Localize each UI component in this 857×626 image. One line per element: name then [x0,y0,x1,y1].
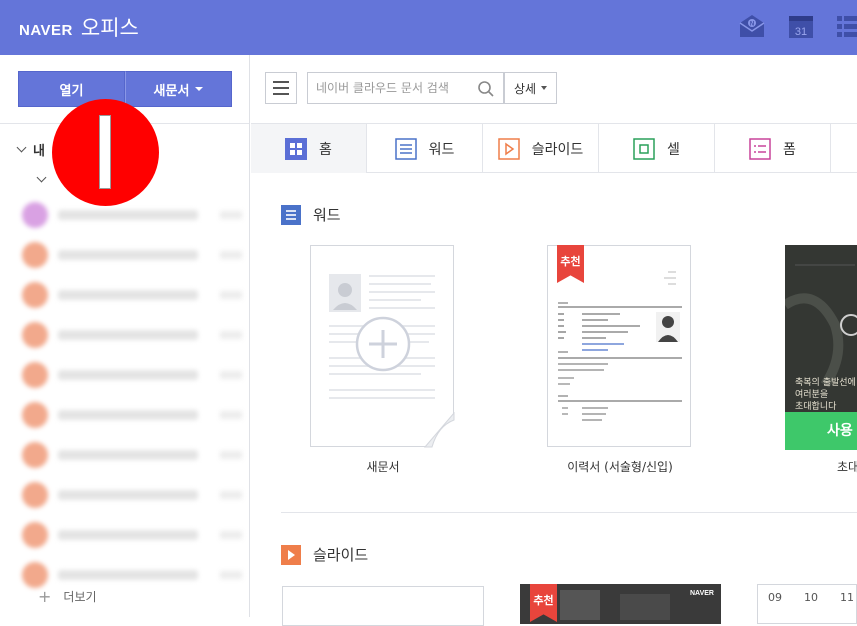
naver-brand-mark: NAVER [690,590,714,597]
calendar-slide-card[interactable]: 09 10 11 [757,584,857,624]
slide-play-icon [281,544,301,565]
list-item[interactable] [22,475,242,515]
svg-text:N: N [750,22,754,28]
search-icon[interactable] [477,80,495,102]
caret-down-icon [195,87,204,91]
new-document-button[interactable]: 새문서 [125,71,232,107]
more-link[interactable]: + 더보기 [38,587,97,606]
detail-label: 상세 [513,81,537,96]
calendar-number: 10 [804,591,818,604]
detail-search-button[interactable]: 상세 [504,72,557,104]
word-doc-icon [281,204,301,225]
resume-template-card[interactable]: 추천 이력서 (서술형/신입) [547,245,693,474]
list-item[interactable] [22,275,242,315]
plus-icon: + [38,587,52,606]
calendar-number: 09 [768,591,782,604]
file-icon [22,482,48,508]
form-list-icon [749,137,771,160]
list-item[interactable] [22,515,242,555]
caret-down-icon [541,86,548,90]
section-title-label: 워드 [313,206,341,224]
mail-icon[interactable]: N [738,13,766,43]
invitation-text-line: 여러분을 [795,390,829,400]
tab-form[interactable]: 폼 [715,124,831,173]
more-label: 더보기 [63,590,97,604]
file-icon [22,442,48,468]
card-label: 이력서 (서술형/신입) [567,460,673,474]
home-grid-icon [285,137,308,160]
chevron-down-icon [16,142,27,153]
tree-root-item[interactable]: 내 [16,140,45,159]
invitation-text-line: 축복의 출발선에 [795,378,856,388]
calendar-number: 11 [840,591,854,604]
slide-template-card[interactable]: NAVER 추천 [520,584,721,624]
search-input[interactable] [308,73,468,103]
tab-label: 워드 [428,141,455,158]
hamburger-menu-button[interactable] [265,72,297,104]
card-label: 초대 [837,460,857,474]
file-icon [22,402,48,428]
section-divider [281,512,857,513]
slide-play-icon [497,137,520,160]
tab-home[interactable]: 홈 [251,124,367,173]
cursor-marker [52,99,159,206]
list-item[interactable] [22,395,242,435]
file-icon [22,562,48,588]
search-box [307,72,504,104]
list-item[interactable] [22,235,242,275]
cell-sheet-icon [633,137,655,160]
recent-file-list [22,195,242,595]
section-title-label: 슬라이드 [313,546,369,564]
calendar-icon[interactable]: 31 [788,13,814,43]
new-document-card[interactable]: 새문서 [310,245,456,474]
app-header: NAVER 오피스 N 31 [0,0,857,55]
naver-office-logo[interactable]: NAVER 오피스 [19,12,139,42]
template-gallery: 워드 새문서 추천 이력서 (서술형/신입) 축복의 출발선에 여러분을 초대합… [251,174,857,626]
file-icon [22,522,48,548]
invitation-template-card[interactable]: 축복의 출발선에 여러분을 초대합니다 사용 [785,245,857,450]
tab-slide[interactable]: 슬라이드 [483,124,599,173]
tree-root-label: 내 [33,144,45,159]
file-icon [22,362,48,388]
use-template-button[interactable]: 사용 [785,412,857,450]
slide-section-title: 슬라이드 [281,544,368,565]
word-doc-icon [394,137,417,160]
tab-label: 셀 [667,141,680,158]
apps-list-icon[interactable] [837,13,857,43]
new-document-label: 새문서 [153,83,190,99]
calendar-day: 31 [795,26,807,38]
file-icon [22,282,48,308]
list-item[interactable] [22,315,242,355]
tab-label: 홈 [319,141,332,158]
file-icon [22,202,48,228]
text-cursor-icon [99,115,111,189]
card-label: 새문서 [366,460,400,474]
chevron-down-icon [36,172,47,183]
tab-word[interactable]: 워드 [367,124,483,173]
new-slide-card[interactable] [282,586,484,626]
tab-label: 슬라이드 [531,141,584,158]
category-tabs: 홈 워드 슬라이드 셀 폼 [251,123,857,173]
file-icon [22,242,48,268]
list-item[interactable] [22,195,242,235]
search-toolbar: 상세 [251,55,857,123]
tab-label: 폼 [783,141,796,158]
list-item[interactable] [22,435,242,475]
word-section-title: 워드 [281,204,341,225]
tab-cell[interactable]: 셀 [599,124,715,173]
page-fold-icon [424,412,455,448]
brand-label: NAVER [19,22,73,39]
file-icon [22,322,48,348]
list-item[interactable] [22,355,242,395]
product-label: 오피스 [80,16,139,40]
